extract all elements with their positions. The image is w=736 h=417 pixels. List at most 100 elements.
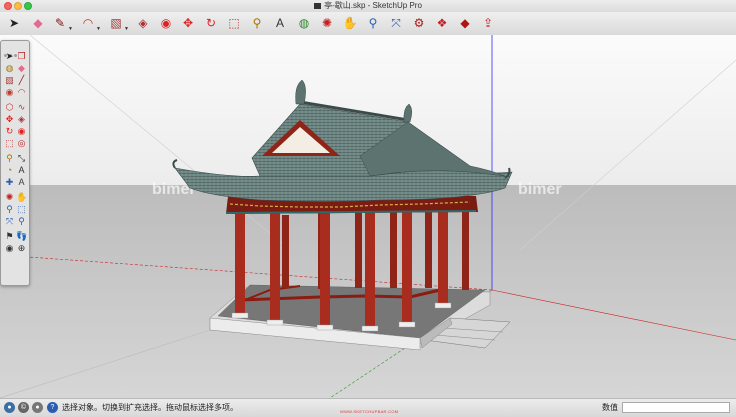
select-tool-icon-glyph: ➤ (8, 16, 20, 30)
eraser-icon[interactable]: ◆ (16, 63, 27, 74)
select-tool-icon[interactable]: ➤ (6, 15, 22, 31)
push-pull-icon[interactable]: ◈ (16, 114, 27, 125)
paint-icon[interactable]: ◍ (4, 63, 15, 74)
scale-icon[interactable]: ⬚ (4, 138, 15, 149)
tool-palette[interactable]: ➤ ❒ ◍ ◆ ▧ ╱ ◉ ◠ ⬡ ∿ ✥ ◈ ↻ ◉ ⬚ ◎ ⚲ ⤡ ◔ A ✚ A ✺ ✋ ⚲ ⬚ ⤧ ⚲ ⚑ 👣 ◉ ⊕ (0, 40, 30, 286)
tape-measure-tool-icon[interactable]: ⚲ (249, 15, 265, 31)
paint-bucket-tool-icon-glyph: ◍ (298, 16, 310, 30)
scale-tool-icon-glyph: ⬚ (228, 16, 240, 30)
move-tool-icon[interactable]: ✥ (180, 15, 196, 31)
zoom-window-icon[interactable]: ⬚ (16, 204, 27, 215)
column (320, 212, 330, 327)
warehouse-icon-glyph: ⚙ (413, 16, 425, 30)
move-icon[interactable]: ✥ (4, 114, 15, 125)
eraser-tool-icon[interactable]: ◆ (30, 15, 46, 31)
rectangle-icon[interactable]: ▧ (4, 75, 15, 86)
look-around-icon[interactable]: ◉ (4, 243, 15, 254)
line-tool-icon-glyph: ✎ (54, 16, 66, 30)
push-pull-tool-icon-glyph: ◈ (138, 16, 148, 30)
follow-me-icon[interactable]: ◉ (16, 126, 27, 137)
window-title: 亭-歇山.skp - SketchUp Pro (0, 0, 736, 12)
select-icon[interactable]: ➤ (4, 51, 15, 62)
orbit-tool-icon-glyph: ✺ (321, 16, 333, 30)
arc-tool-icon-glyph: ◠ (82, 16, 94, 30)
status-hint: 选择对象。切换到扩充选择。拖动鼠标选择多项。 (62, 403, 238, 412)
column (235, 205, 245, 315)
arc-tool-icon[interactable]: ◠ ▼ (80, 15, 101, 32)
watermark-right: bimer (518, 181, 562, 198)
zoom-tool-icon[interactable]: ⚲ (365, 15, 381, 31)
modeling-viewport[interactable]: bimer bimer (0, 35, 736, 398)
zoom-extents-tool-icon[interactable]: ⤧ (388, 15, 404, 31)
polygon-icon[interactable]: ⬡ (4, 102, 15, 113)
3d-text-icon[interactable]: A (16, 177, 27, 188)
main-toolbar: ➤ ◆ ✎ ▼ ◠ ▼ ▧ ▼ ◈ ◉ ✥ ↻ ⬚ ⚲ A ◍ ✺ ✋ ⚲ ⤧ ⚙ ❖ ◆ ⇪ (0, 12, 736, 36)
account-icon[interactable]: ● (32, 402, 43, 413)
position-camera-icon[interactable]: ⚑ (4, 231, 15, 242)
push-pull-tool-icon[interactable]: ◈ (135, 15, 151, 31)
make-component-icon[interactable]: ❒ (16, 51, 27, 62)
geo-location-icon[interactable]: ● (4, 402, 15, 413)
line-icon[interactable]: ╱ (16, 75, 27, 86)
window-title-text: 亭-歇山.skp - SketchUp Pro (324, 1, 422, 10)
column (282, 215, 289, 288)
zoom-tool-icon-glyph: ⚲ (368, 16, 378, 30)
share-model-icon-glyph: ⇪ (482, 16, 494, 30)
status-bar: ● © ● ? 选择对象。切换到扩充选择。拖动鼠标选择多项。 数值 (0, 398, 736, 417)
extension-warehouse-icon-glyph: ❖ (436, 16, 448, 30)
text-tool-icon-glyph: A (275, 16, 284, 30)
rotate-icon[interactable]: ↻ (4, 126, 15, 137)
column (402, 208, 412, 324)
measurements-label: 数值 (602, 403, 618, 412)
previous-view-icon[interactable]: ⚲ (16, 216, 27, 227)
walk-icon[interactable]: 👣 (16, 231, 27, 242)
protractor-icon[interactable]: ◔ (4, 165, 15, 176)
column (462, 205, 469, 290)
follow-me-tool-icon[interactable]: ◉ (158, 15, 174, 31)
dimension-icon[interactable]: ⤡ (16, 153, 27, 164)
axes-icon[interactable]: ✚ (4, 177, 15, 188)
measurements-input[interactable] (622, 402, 730, 413)
circle-icon[interactable]: ◉ (4, 87, 15, 98)
orbit-tool-icon[interactable]: ✺ (319, 15, 335, 31)
document-icon (314, 3, 322, 9)
help-icon[interactable]: ? (47, 402, 58, 413)
zoom-extents-icon[interactable]: ⤧ (4, 216, 15, 227)
text-icon[interactable]: A (16, 165, 27, 176)
column (390, 210, 397, 288)
column (438, 205, 448, 305)
column (365, 210, 375, 328)
zoom-extents-tool-icon-glyph: ⤧ (391, 16, 401, 30)
pan-tool-icon-glyph: ✋ (342, 16, 358, 30)
paint-bucket-tool-icon[interactable]: ◍ (296, 15, 312, 31)
column (270, 210, 280, 322)
scene-svg[interactable]: bimer bimer (0, 35, 736, 398)
pan-icon[interactable]: ✋ (16, 192, 27, 203)
freehand-icon[interactable]: ∿ (16, 102, 27, 113)
share-model-icon[interactable]: ⇪ (480, 15, 496, 31)
scale-tool-icon[interactable]: ⬚ (226, 15, 242, 31)
warehouse-icon[interactable]: ⚙ (411, 15, 427, 31)
eraser-tool-icon-glyph: ◆ (33, 16, 43, 30)
orbit-icon[interactable]: ✺ (4, 192, 15, 203)
palette-grip[interactable] (4, 44, 24, 57)
column (355, 212, 362, 288)
rotate-tool-icon[interactable]: ↻ (203, 15, 219, 31)
zoom-icon[interactable]: ⚲ (4, 204, 15, 215)
tape-measure-tool-icon-glyph: ⚲ (252, 16, 262, 30)
credits-icon[interactable]: © (18, 402, 29, 413)
offset-icon[interactable]: ◎ (16, 138, 27, 149)
arc-icon[interactable]: ◠ (16, 87, 27, 98)
line-tool-icon[interactable]: ✎ ▼ (52, 15, 73, 32)
text-tool-icon[interactable]: A (272, 15, 288, 31)
rotate-tool-icon-glyph: ↻ (205, 16, 217, 30)
site-credit: WWW.SKETCHUPBAR.COM (340, 409, 399, 414)
ruby-extension-icon[interactable]: ◆ (457, 15, 473, 31)
extension-warehouse-icon[interactable]: ❖ (434, 15, 450, 31)
move-tool-icon-glyph: ✥ (182, 16, 194, 30)
rectangle-tool-icon[interactable]: ▧ ▼ (108, 15, 129, 32)
pan-tool-icon[interactable]: ✋ (342, 15, 358, 31)
column (425, 208, 432, 288)
tape-icon[interactable]: ⚲ (4, 153, 15, 164)
section-plane-icon[interactable]: ⊕ (16, 243, 27, 254)
